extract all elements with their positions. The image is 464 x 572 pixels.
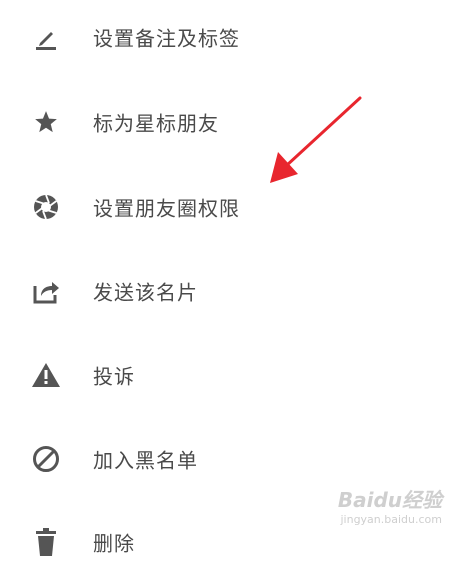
menu-item-label: 设置备注及标签 bbox=[93, 26, 240, 51]
menu-item-send-card[interactable]: 发送该名片 bbox=[0, 261, 464, 321]
menu-item-label: 加入黑名单 bbox=[93, 448, 198, 473]
menu-item-label: 设置朋友圈权限 bbox=[93, 196, 240, 221]
warning-icon bbox=[30, 359, 62, 391]
menu-item-blacklist[interactable]: 加入黑名单 bbox=[0, 429, 464, 489]
menu-item-complaint[interactable]: 投诉 bbox=[0, 345, 464, 405]
star-icon bbox=[30, 106, 62, 138]
menu-item-label: 投诉 bbox=[93, 364, 135, 389]
menu-item-label: 删除 bbox=[93, 531, 135, 556]
menu-item-moments-permission[interactable]: 设置朋友圈权限 bbox=[0, 177, 464, 237]
menu-item-set-remark[interactable]: 设置备注及标签 bbox=[0, 7, 464, 67]
edit-pencil-icon bbox=[30, 21, 62, 53]
menu-item-label: 标为星标朋友 bbox=[93, 111, 219, 136]
baidu-watermark: Baidu经验 jingyan.baidu.com bbox=[338, 484, 442, 526]
watermark-title: Baidu经验 bbox=[337, 488, 442, 512]
trash-icon bbox=[30, 526, 62, 558]
block-icon bbox=[30, 443, 62, 475]
shutter-icon bbox=[30, 191, 62, 223]
share-icon bbox=[30, 275, 62, 307]
watermark-url: jingyan.baidu.com bbox=[340, 513, 442, 526]
menu-item-label: 发送该名片 bbox=[93, 280, 198, 305]
menu-item-star-friend[interactable]: 标为星标朋友 bbox=[0, 92, 464, 152]
annotation-arrow bbox=[270, 96, 362, 183]
